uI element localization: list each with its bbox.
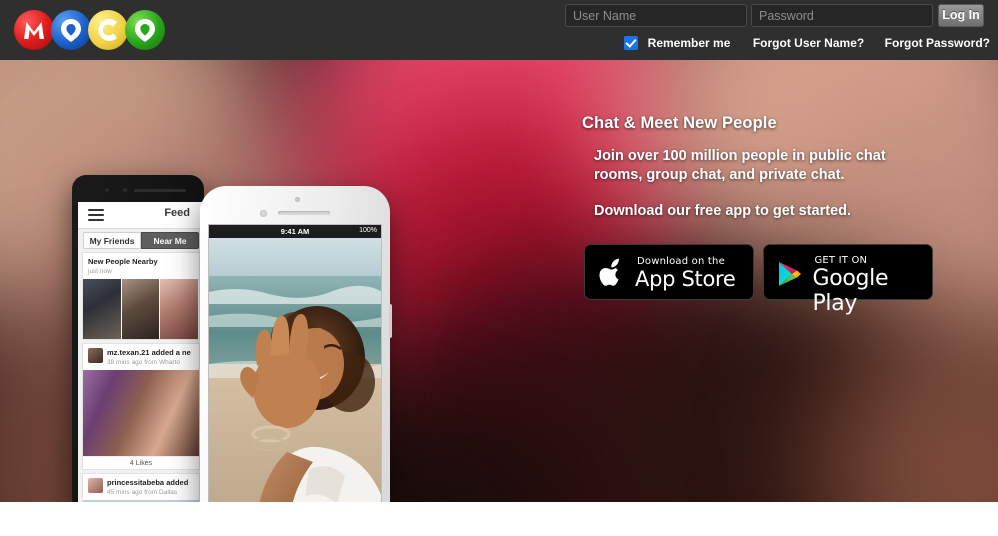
hero-cta-text: Download our free app to get started.	[594, 203, 851, 219]
feed-card-subtitle: 38 mins ago from Wharto	[107, 359, 180, 366]
page-root: Feed My Friends Near Me New People Nearb…	[0, 0, 998, 536]
feed-thumb[interactable]	[121, 279, 161, 339]
hero-section: Feed My Friends Near Me New People Nearb…	[0, 60, 998, 502]
login-form: Log In Remember me Forgot User Name? For…	[565, 4, 990, 56]
feed-card-subtitle: just now	[88, 268, 112, 275]
tab-my-friends[interactable]: My Friends	[83, 232, 141, 249]
feed-card-header: New People Nearby just now	[83, 253, 199, 279]
iphone-mockup: 9:41 AM 100%	[200, 186, 392, 502]
feed-card-header: princessitabeba added 45 mins ago from D…	[83, 474, 199, 500]
iphone-side-button[interactable]	[389, 304, 392, 338]
android-app-title: Feed	[164, 207, 190, 219]
android-sensor-icon	[104, 187, 110, 193]
store-badges: Download on the App Store GET IT ON Goog…	[584, 244, 934, 316]
phone-mockups: Feed My Friends Near Me New People Nearb…	[60, 108, 420, 502]
android-camera-icon	[122, 187, 128, 193]
feed-card-subtitle: 45 mins ago from Dallas	[107, 489, 178, 496]
android-tab-bar: My Friends Near Me	[78, 229, 204, 249]
hero-copy: Chat & Meet New People Join over 100 mil…	[582, 114, 982, 219]
app-store-badge[interactable]: Download on the App Store	[584, 244, 754, 300]
iphone-speaker	[278, 211, 330, 215]
feed-likes-count: 4 Likes	[83, 456, 199, 469]
google-play-main-label: Google Play	[812, 266, 889, 316]
logo-letter-o-pin-icon	[51, 10, 91, 50]
feed-card-mz-texan[interactable]: mz.texan.21 added a ne 38 mins ago from …	[82, 343, 200, 470]
page-body-area	[0, 502, 998, 536]
iphone-clock: 9:41 AM	[280, 227, 310, 236]
iphone-screen: 9:41 AM 100%	[208, 224, 382, 502]
feed-card-title: mz.texan.21 added a ne	[107, 348, 191, 357]
tab-near-me[interactable]: Near Me	[141, 232, 199, 249]
iphone-sensor-icon	[260, 210, 267, 217]
feed-thumb[interactable]	[160, 279, 200, 339]
iphone-status-bar: 9:41 AM 100%	[209, 225, 381, 246]
site-logo[interactable]	[10, 8, 170, 52]
hero-subcopy-line2: rooms, group chat, and private chat.	[594, 167, 845, 183]
android-phone-mockup: Feed My Friends Near Me New People Nearb…	[72, 175, 204, 502]
password-input[interactable]	[751, 4, 933, 27]
feed-card-princessitabeba[interactable]: princessitabeba added 45 mins ago from D…	[82, 473, 200, 502]
iphone-camera-icon	[295, 197, 300, 202]
logo-letter-o2-pin-icon	[125, 10, 165, 50]
remember-me-checkbox[interactable]	[624, 35, 639, 50]
feed-card-title: New People Nearby	[88, 257, 158, 266]
top-navigation-bar: Log In Remember me Forgot User Name? For…	[0, 0, 998, 60]
forgot-username-link[interactable]: Forgot User Name?	[753, 36, 864, 50]
login-options-row: Remember me Forgot User Name? Forgot Pas…	[624, 34, 990, 52]
android-screen: Feed My Friends Near Me New People Nearb…	[78, 202, 204, 502]
feed-photo[interactable]	[83, 370, 199, 456]
logo-letter-c-icon	[88, 10, 128, 50]
google-play-sub-label: GET IT ON	[814, 255, 868, 266]
avatar	[88, 478, 103, 493]
avatar	[88, 348, 103, 363]
page-title: Chat & Meet New People	[582, 114, 777, 132]
google-play-badge[interactable]: GET IT ON Google Play	[763, 244, 934, 316]
google-play-icon	[779, 262, 802, 286]
logo-letter-m-icon	[14, 10, 54, 50]
feed-thumb-row	[83, 279, 200, 339]
feed-thumb[interactable]	[83, 279, 122, 339]
hero-subcopy: Join over 100 million people in public c…	[594, 147, 982, 185]
app-store-main-label: App Store	[635, 267, 736, 291]
apple-icon	[599, 258, 619, 286]
android-speaker	[134, 189, 186, 192]
remember-me-label: Remember me	[647, 35, 731, 50]
feed-card-new-people[interactable]: New People Nearby just now	[82, 252, 200, 340]
hero-subcopy-line1: Join over 100 million people in public c…	[594, 148, 886, 164]
forgot-password-link[interactable]: Forgot Password?	[885, 36, 990, 50]
app-store-sub-label: Download on the	[637, 256, 725, 267]
iphone-battery-level: 100%	[359, 227, 377, 234]
feed-card-title: princessitabeba added	[107, 478, 189, 487]
android-app-bar: Feed	[78, 202, 204, 229]
iphone-photo[interactable]	[209, 238, 381, 502]
feed-card-header: mz.texan.21 added a ne 38 mins ago from …	[83, 344, 199, 370]
login-button[interactable]: Log In	[938, 4, 984, 27]
hamburger-icon[interactable]	[88, 209, 104, 221]
username-input[interactable]	[565, 4, 747, 27]
